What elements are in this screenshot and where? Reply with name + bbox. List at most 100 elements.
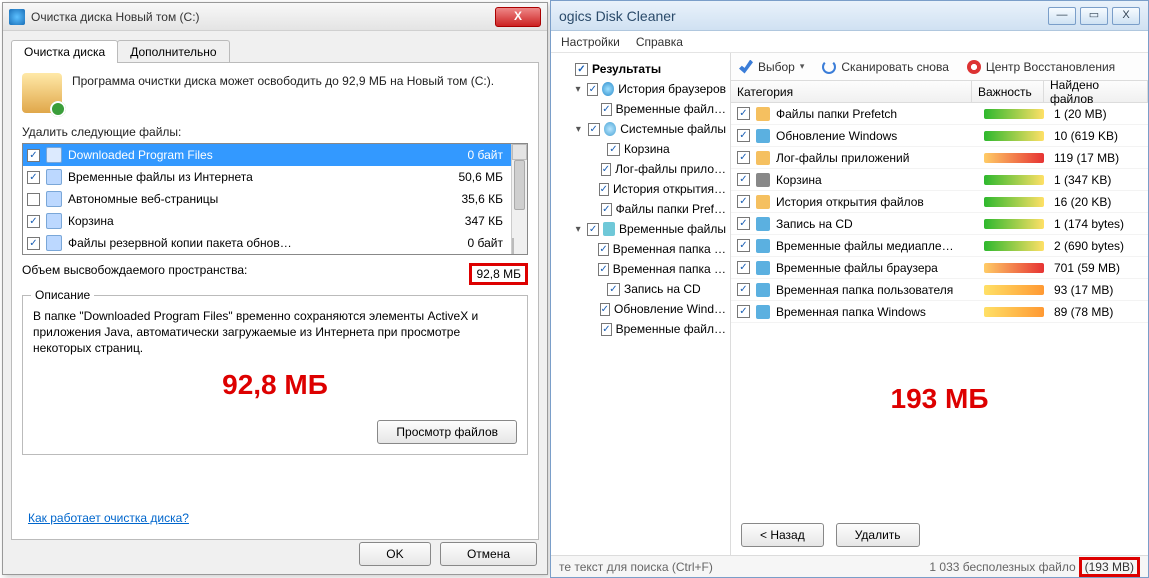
scan-again-button[interactable]: Сканировать снова: [822, 60, 948, 74]
row-name: Временная папка пользователя: [776, 283, 978, 297]
checkbox[interactable]: [607, 283, 620, 296]
checkbox[interactable]: [598, 263, 608, 276]
select-dropdown[interactable]: Выбор ▾: [739, 60, 804, 74]
checkbox[interactable]: [737, 195, 750, 208]
checkbox[interactable]: [601, 163, 611, 176]
row-count: 16 (20 KB): [1050, 195, 1148, 209]
checkbox[interactable]: [737, 239, 750, 252]
tree-node[interactable]: Лог-файлы прило…: [555, 159, 726, 179]
expand-icon[interactable]: ▾: [573, 124, 584, 135]
table-row[interactable]: Временная папка пользователя93 (17 MB): [731, 279, 1148, 301]
table-row[interactable]: Временные файлы медиапле…2 (690 bytes): [731, 235, 1148, 257]
table-row[interactable]: Запись на CD1 (174 bytes): [731, 213, 1148, 235]
status-bar: те текст для поиска (Ctrl+F) 1 033 беспо…: [551, 555, 1148, 577]
back-button[interactable]: < Назад: [741, 523, 824, 547]
table-row[interactable]: Временная папка Windows89 (78 MB): [731, 301, 1148, 323]
minimize-button[interactable]: —: [1048, 7, 1076, 25]
tree-node[interactable]: Временная папка …: [555, 259, 726, 279]
tab-cleanup[interactable]: Очистка диска: [11, 40, 118, 63]
close-button[interactable]: X: [1112, 7, 1140, 25]
grid-body[interactable]: Файлы папки Prefetch1 (20 MB)Обновление …: [731, 103, 1148, 323]
row-count: 701 (59 MB): [1050, 261, 1148, 275]
results-pane: Выбор ▾ Сканировать снова Центр Восстано…: [731, 53, 1148, 555]
checkbox[interactable]: [587, 83, 598, 96]
checkbox[interactable]: [601, 323, 611, 336]
recovery-center-button[interactable]: Центр Восстановления: [967, 60, 1115, 74]
tree-node[interactable]: Временная папка …: [555, 239, 726, 259]
checkbox[interactable]: [27, 237, 40, 250]
list-item[interactable]: Временные файлы из Интернета50,6 МБ: [23, 166, 527, 188]
expand-icon[interactable]: ▾: [573, 84, 583, 95]
tree-node[interactable]: ▾ Временные файлы: [555, 219, 726, 239]
check-icon: [739, 60, 753, 74]
checkbox[interactable]: [598, 243, 608, 256]
checkbox[interactable]: [737, 173, 750, 186]
help-link[interactable]: Как работает очистка диска?: [28, 511, 189, 525]
ok-button[interactable]: OK: [359, 542, 430, 566]
col-found[interactable]: Найдено файлов: [1044, 81, 1148, 102]
list-item[interactable]: Автономные веб-страницы35,6 КБ: [23, 188, 527, 210]
maximize-button[interactable]: ▭: [1080, 7, 1108, 25]
checkbox[interactable]: [27, 215, 40, 228]
checkbox[interactable]: [737, 305, 750, 318]
checkbox[interactable]: [737, 129, 750, 142]
tab-more[interactable]: Дополнительно: [117, 40, 229, 63]
checkbox[interactable]: [737, 217, 750, 230]
tree-node[interactable]: Корзина: [555, 139, 726, 159]
scroll-down-icon[interactable]: [512, 238, 514, 254]
checkbox[interactable]: [737, 107, 750, 120]
checkbox[interactable]: [27, 193, 40, 206]
list-scrollbar[interactable]: [511, 144, 527, 254]
tree-node[interactable]: ▾История браузеров: [555, 79, 726, 99]
tree-label: Временные файлы: [619, 222, 726, 236]
tree-node[interactable]: Временные файл…: [555, 319, 726, 339]
results-tree[interactable]: Результаты▾История браузеровВременные фа…: [551, 53, 731, 555]
table-row[interactable]: Лог-файлы приложений119 (17 MB): [731, 147, 1148, 169]
titlebar[interactable]: ogics Disk Cleaner — ▭ X: [551, 1, 1148, 31]
tree-node[interactable]: Файлы папки Pref…: [555, 199, 726, 219]
tree-node[interactable]: Временные файл…: [555, 99, 726, 119]
checkbox[interactable]: [27, 171, 40, 184]
checkbox[interactable]: [737, 151, 750, 164]
checkbox[interactable]: [587, 223, 599, 236]
menu-settings[interactable]: Настройки: [561, 35, 620, 49]
table-row[interactable]: Обновление Windows10 (619 KB): [731, 125, 1148, 147]
checkbox[interactable]: [600, 303, 610, 316]
checkbox[interactable]: [737, 283, 750, 296]
col-importance[interactable]: Важность: [972, 81, 1044, 102]
titlebar[interactable]: Очистка диска Новый том (C:) X: [3, 3, 547, 31]
table-row[interactable]: Корзина1 (347 KB): [731, 169, 1148, 191]
checkbox[interactable]: [601, 203, 611, 216]
checkbox[interactable]: [607, 143, 620, 156]
table-row[interactable]: Файлы папки Prefetch1 (20 MB): [731, 103, 1148, 125]
tree-node[interactable]: Запись на CD: [555, 279, 726, 299]
tree-node[interactable]: История открытия…: [555, 179, 726, 199]
tree-node[interactable]: ▾Системные файлы: [555, 119, 726, 139]
checkbox[interactable]: [27, 149, 40, 162]
view-files-button[interactable]: Просмотр файлов: [377, 420, 517, 444]
table-row[interactable]: История открытия файлов16 (20 KB): [731, 191, 1148, 213]
menu-help[interactable]: Справка: [636, 35, 683, 49]
table-row[interactable]: Временные файлы браузера701 (59 MB): [731, 257, 1148, 279]
description-title: Описание: [31, 288, 94, 302]
importance-bar: [984, 197, 1044, 207]
list-item[interactable]: Downloaded Program Files0 байт: [23, 144, 527, 166]
delete-button[interactable]: Удалить: [836, 523, 920, 547]
list-item[interactable]: Корзина347 КБ: [23, 210, 527, 232]
file-categories-list[interactable]: Downloaded Program Files0 байтВременные …: [22, 143, 528, 255]
scroll-thumb[interactable]: [514, 160, 525, 210]
checkbox[interactable]: [588, 123, 600, 136]
list-item[interactable]: Файлы резервной копии пакета обнов…0 бай…: [23, 232, 527, 254]
scroll-up-icon[interactable]: [512, 144, 527, 160]
expand-icon[interactable]: ▾: [573, 224, 583, 235]
tree-node[interactable]: Обновление Wind…: [555, 299, 726, 319]
close-button[interactable]: X: [495, 7, 541, 27]
checkbox[interactable]: [575, 63, 588, 76]
checkbox[interactable]: [737, 261, 750, 274]
col-category[interactable]: Категория: [731, 81, 972, 102]
refresh-icon: [822, 60, 836, 74]
checkbox[interactable]: [601, 103, 611, 116]
tree-node[interactable]: Результаты: [555, 59, 726, 79]
checkbox[interactable]: [599, 183, 609, 196]
cancel-button[interactable]: Отмена: [440, 542, 537, 566]
